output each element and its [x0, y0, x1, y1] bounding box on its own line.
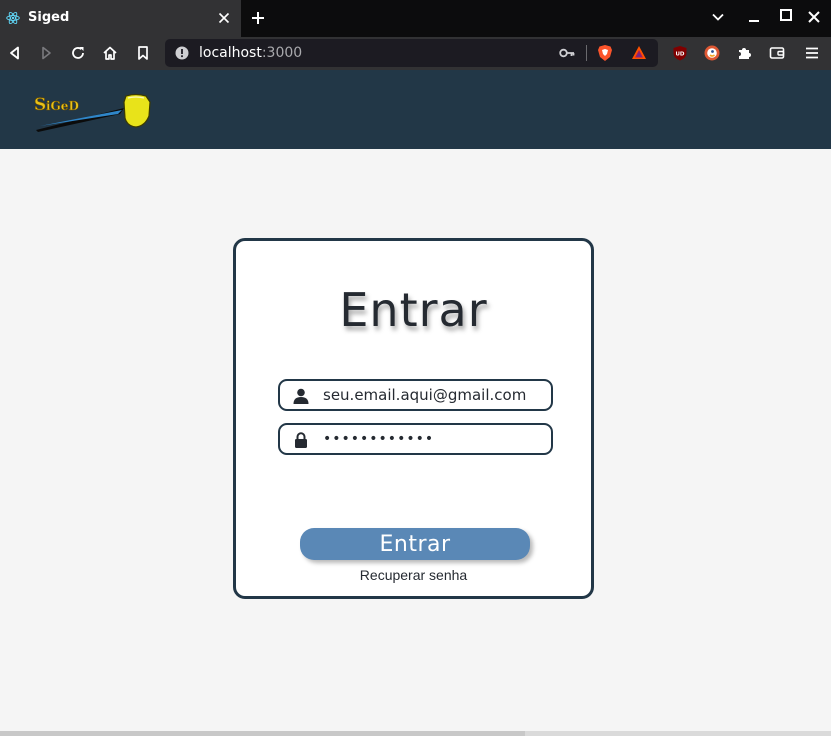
- url-port: :3000: [261, 45, 303, 61]
- bat-rewards-icon[interactable]: [631, 45, 647, 61]
- url-separator: [586, 45, 587, 61]
- menu-icon[interactable]: [804, 45, 820, 61]
- email-field[interactable]: [278, 379, 553, 411]
- duckduckgo-icon[interactable]: [704, 45, 720, 61]
- page-title: Entrar: [339, 283, 488, 337]
- key-icon[interactable]: [559, 46, 575, 60]
- reload-icon[interactable]: [70, 45, 86, 61]
- forward-icon[interactable]: [38, 45, 54, 61]
- tab-strip: Siged: [0, 0, 831, 37]
- email-input[interactable]: [323, 384, 541, 406]
- ublock-icon[interactable]: UD: [672, 45, 688, 61]
- scrollbar-thumb[interactable]: [0, 731, 525, 736]
- horizontal-scrollbar[interactable]: [0, 731, 831, 736]
- close-icon[interactable]: [807, 10, 821, 24]
- plus-icon[interactable]: [251, 11, 265, 25]
- siged-logo[interactable]: S iGeD: [32, 92, 152, 132]
- tab-title: Siged: [28, 10, 70, 25]
- password-input[interactable]: [323, 428, 541, 450]
- user-icon: [293, 388, 309, 404]
- bookmark-icon[interactable]: [135, 45, 151, 61]
- password-field[interactable]: [278, 423, 553, 455]
- wallet-icon[interactable]: [769, 45, 785, 61]
- back-icon[interactable]: [7, 45, 23, 61]
- brave-shield-icon[interactable]: [597, 44, 613, 62]
- maximize-icon[interactable]: [779, 8, 793, 22]
- browser-toolbar: localhost:3000 UD: [0, 37, 831, 70]
- address-bar[interactable]: localhost:3000: [165, 39, 658, 67]
- app-header: S iGeD: [0, 70, 831, 149]
- url-text: localhost:3000: [199, 45, 302, 61]
- minimize-icon[interactable]: [747, 10, 761, 24]
- home-icon[interactable]: [102, 45, 118, 61]
- browser-tab[interactable]: Siged: [0, 0, 241, 37]
- puzzle-icon[interactable]: [736, 45, 752, 61]
- url-host: localhost: [199, 45, 262, 61]
- recover-password-link[interactable]: Recuperar senha: [236, 567, 591, 583]
- login-button[interactable]: Entrar: [300, 528, 530, 560]
- info-icon[interactable]: [175, 46, 189, 60]
- logo-text: S: [34, 95, 46, 115]
- login-card: Entrar Entrar Recuperar senha: [233, 238, 594, 599]
- svg-text:UD: UD: [675, 52, 684, 58]
- lock-icon: [295, 432, 307, 448]
- logo-text-rest: iGeD: [46, 99, 79, 113]
- chevron-down-icon[interactable]: [711, 10, 725, 24]
- close-icon[interactable]: [218, 12, 230, 24]
- react-favicon: [6, 11, 20, 25]
